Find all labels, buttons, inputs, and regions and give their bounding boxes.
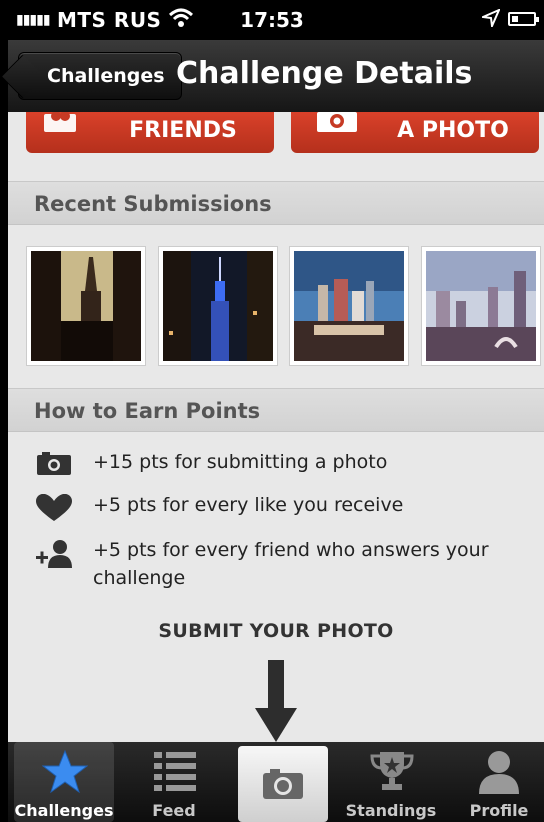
photo-city-park-skyline	[426, 251, 536, 361]
camera-icon	[37, 452, 71, 475]
camera-icon	[263, 769, 303, 799]
tab-bar: Challenges Feed Standings Profile	[8, 742, 544, 822]
back-button[interactable]: Challenges	[18, 52, 182, 100]
list-icon	[154, 752, 196, 791]
heart-icon	[36, 494, 72, 521]
add-friend-icon	[36, 540, 72, 568]
status-bar: ▮▮▮▮▮ MTS RUS 17:53	[0, 0, 544, 40]
battery-icon	[508, 12, 539, 26]
navigation-bar: Challenges Challenge Details	[8, 40, 544, 113]
challenge-details-content: FRIENDS A PHOTO Recent Submissions How t…	[8, 112, 544, 742]
page-title: Challenge Details	[176, 56, 473, 91]
photo-skyscraper-dusk	[31, 251, 141, 361]
tab-camera[interactable]	[238, 746, 328, 822]
submit-photo-button[interactable]: A PHOTO	[291, 112, 539, 153]
friends-icon	[44, 112, 76, 132]
submission-thumbnail[interactable]	[26, 246, 146, 366]
how-to-earn-points-header: How to Earn Points	[8, 388, 544, 432]
camera-icon	[317, 112, 357, 132]
tab-feed[interactable]: Feed	[124, 742, 224, 822]
submission-thumbnail[interactable]	[289, 246, 409, 366]
arrow-down-icon	[255, 660, 297, 742]
photo-empire-state-night	[163, 251, 273, 361]
submission-thumbnail[interactable]	[158, 246, 278, 366]
tab-challenges[interactable]: Challenges	[14, 742, 114, 822]
submit-your-photo-label: SUBMIT YOUR PHOTO	[158, 620, 394, 642]
photo-las-vegas-skyline	[294, 251, 404, 361]
location-icon	[479, 8, 501, 31]
tab-standings[interactable]: Standings	[338, 742, 444, 822]
trophy-icon	[370, 752, 414, 790]
recent-submissions-header: Recent Submissions	[8, 181, 544, 225]
person-icon	[479, 751, 519, 794]
star-icon	[42, 750, 88, 794]
submission-thumbnail[interactable]	[421, 246, 541, 366]
challenge-friends-button[interactable]: FRIENDS	[26, 112, 274, 153]
recent-submissions-list	[8, 234, 544, 366]
tab-profile[interactable]: Profile	[454, 742, 544, 822]
clock: 17:53	[240, 8, 304, 32]
